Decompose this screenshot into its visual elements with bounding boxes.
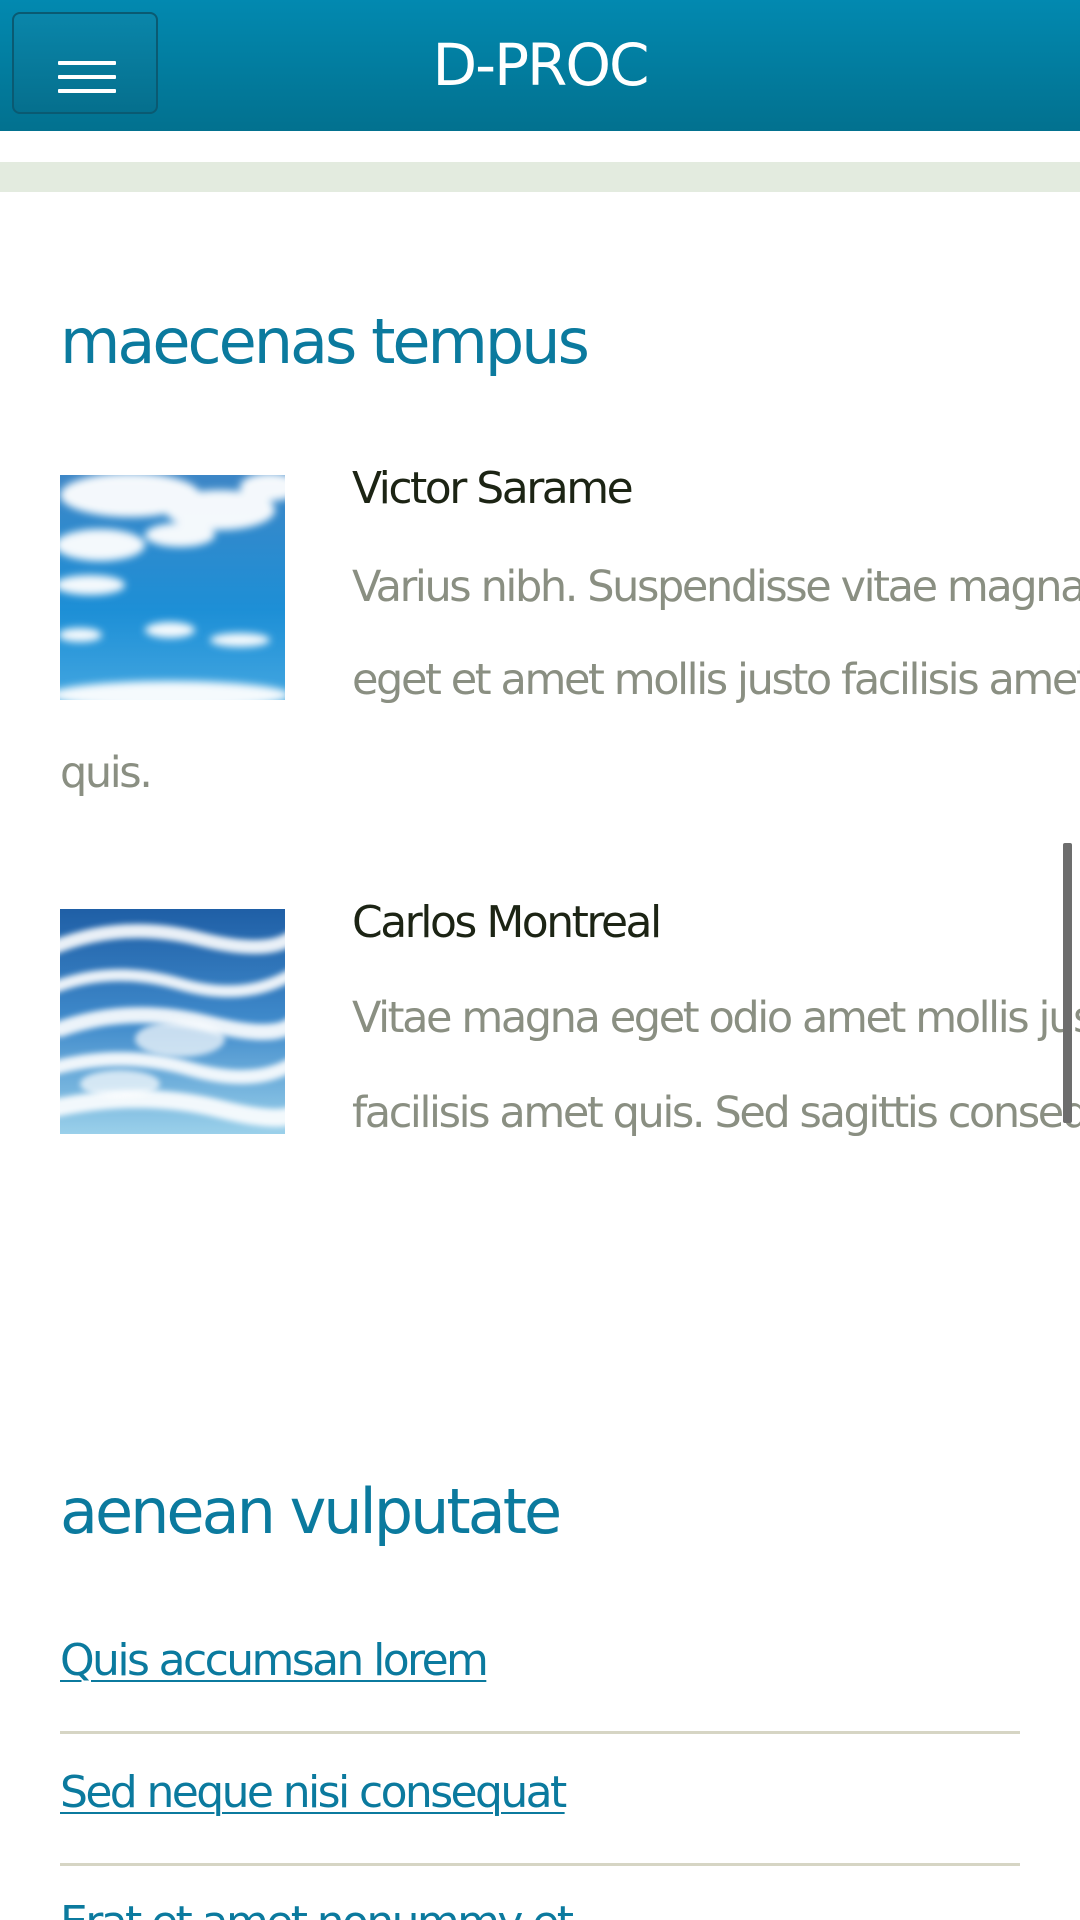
vertical-scrollbar[interactable]: [1063, 843, 1072, 1123]
section-title-testimonials: maecenas tempus: [60, 305, 590, 378]
sky-clouds-image: [60, 475, 285, 700]
decorative-strip: [0, 162, 1080, 192]
testimonial-text-line: eget et amet mollis justo facilisis amet: [352, 655, 1080, 705]
link-item[interactable]: Sed neque nisi consequat: [60, 1767, 567, 1818]
app-title: D-PROC: [432, 31, 649, 99]
link-divider: [60, 1731, 1020, 1734]
testimonial-text-line: quis.: [60, 748, 153, 798]
testimonial-text-line: facilisis amet quis. Sed sagittis conseq…: [352, 1088, 1080, 1138]
link-item[interactable]: Quis accumsan lorem: [60, 1635, 489, 1686]
top-header-bar: D-PROC: [0, 0, 1080, 131]
testimonial-name: Victor Sarame: [352, 463, 634, 514]
section-title-links: aenean vulputate: [60, 1475, 562, 1548]
menu-button[interactable]: [12, 12, 158, 114]
page: D-PROC maecenas tempus Victor Sarame Var…: [0, 0, 1080, 1920]
testimonial-text-line: Varius nibh. Suspendisse vitae magna: [352, 562, 1080, 612]
testimonial-name: Carlos Montreal: [352, 897, 662, 948]
link-item[interactable]: Erat et amet nonummy et: [60, 1897, 574, 1920]
testimonial-text-line: Vitae magna eget odio amet mollis justo: [352, 993, 1080, 1043]
link-divider: [60, 1863, 1020, 1866]
wispy-clouds-image: [60, 909, 285, 1134]
